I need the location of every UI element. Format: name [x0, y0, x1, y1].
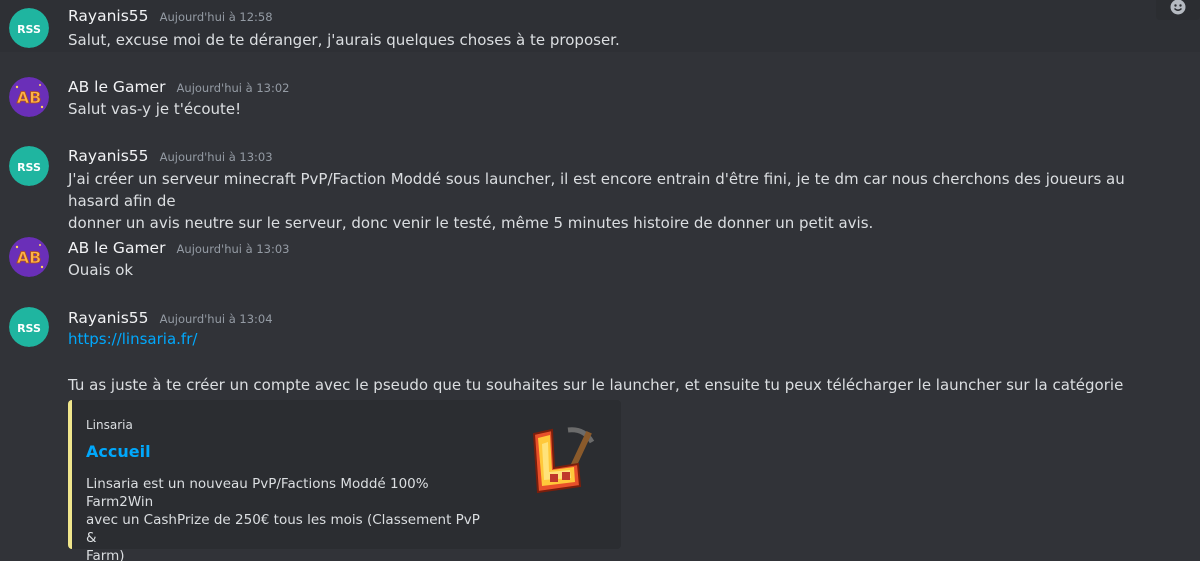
timestamp: Aujourd'hui à 12:58: [159, 10, 273, 24]
avatar-label: AB: [17, 248, 42, 267]
message-item[interactable]: RSS Rayanis55 Aujourd'hui à 12:58 Salut,…: [0, 0, 1200, 52]
message-text: J'ai créer un serveur minecraft PvP/Fact…: [68, 170, 1125, 210]
timestamp: Aujourd'hui à 13:03: [176, 242, 290, 256]
message-item[interactable]: RSS Rayanis55 Aujourd'hui à 13:03 J'ai c…: [0, 140, 1200, 232]
avatar-label: AB: [17, 88, 42, 107]
message-link[interactable]: https://linsaria.fr/: [68, 330, 197, 348]
timestamp: Aujourd'hui à 13:04: [159, 312, 273, 326]
message-item[interactable]: AB AB le Gamer Aujourd'hui à 13:03 Ouais…: [0, 232, 1200, 292]
chat-messages: RSS Rayanis55 Aujourd'hui à 12:58 Salut,…: [0, 0, 1200, 561]
add-reaction-icon: [1170, 0, 1186, 15]
embed-description-line: Linsaria est un nouveau PvP/Factions Mod…: [86, 476, 429, 510]
timestamp: Aujourd'hui à 13:03: [159, 150, 273, 164]
avatar[interactable]: RSS: [9, 8, 49, 48]
linsaria-logo-icon: [532, 427, 595, 494]
avatar[interactable]: AB: [9, 237, 49, 277]
message-text: donner un avis neutre sur le serveur, do…: [68, 214, 874, 232]
avatar-label: RSS: [17, 23, 41, 36]
username[interactable]: AB le Gamer: [68, 78, 165, 96]
embed-description: Linsaria est un nouveau PvP/Factions Mod…: [86, 475, 486, 561]
embed-description-line: avec un CashPrize de 250€ tous les mois …: [86, 512, 480, 546]
message-text: Ouais ok: [68, 261, 134, 279]
username[interactable]: Rayanis55: [68, 309, 149, 327]
message-item[interactable]: AB AB le Gamer Aujourd'hui à 13:02 Salut…: [0, 70, 1200, 130]
embed-thumbnail[interactable]: [524, 422, 596, 498]
message-text: Salut, excuse moi de te déranger, j'aura…: [68, 31, 620, 49]
avatar-label: RSS: [17, 161, 41, 174]
username[interactable]: Rayanis55: [68, 147, 149, 165]
avatar[interactable]: RSS: [9, 146, 49, 186]
embed-description-line: Farm): [86, 548, 125, 561]
embed-provider[interactable]: Linsaria: [86, 418, 133, 432]
embed-title[interactable]: Accueil: [86, 442, 151, 461]
avatar[interactable]: AB: [9, 77, 49, 117]
avatar[interactable]: RSS: [9, 307, 49, 347]
username[interactable]: AB le Gamer: [68, 239, 165, 257]
timestamp: Aujourd'hui à 13:02: [176, 81, 290, 95]
avatar-label: RSS: [17, 322, 41, 335]
username[interactable]: Rayanis55: [68, 7, 149, 25]
link-embed: Linsaria Accueil Linsaria est un nouveau…: [68, 400, 621, 561]
add-reaction-button[interactable]: [1156, 0, 1200, 20]
message-text: Salut vas-y je t'écoute!: [68, 100, 242, 118]
